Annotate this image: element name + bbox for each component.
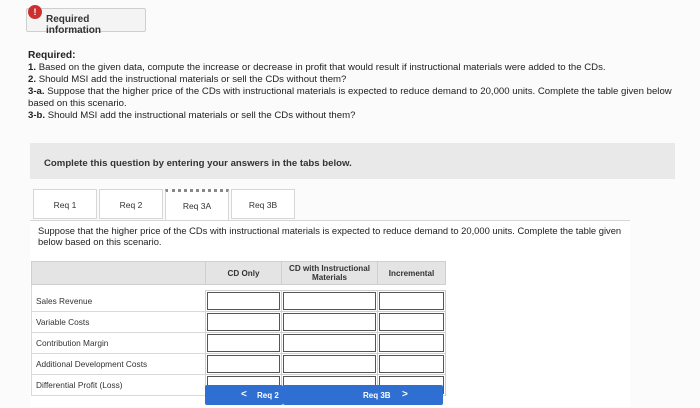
input-cell[interactable] <box>281 311 378 333</box>
tab-req-1[interactable]: Req 1 <box>33 189 97 219</box>
input-cell[interactable] <box>205 290 282 312</box>
panel-prompt: Suppose that the higher price of the CDs… <box>38 225 622 247</box>
input-cell[interactable] <box>281 332 378 354</box>
input-cell[interactable] <box>281 353 378 375</box>
prev-req-button[interactable]: < Req 2 <box>205 385 283 405</box>
row-label: Contribution Margin <box>31 332 206 354</box>
requirement-item: 1. Based on the given data, compute the … <box>28 62 678 74</box>
next-req-label: Req 3B <box>363 391 391 400</box>
table-row: Additional Development Costs <box>31 353 446 375</box>
tab-req-3a[interactable]: Req 3A <box>165 189 229 221</box>
input-cell[interactable] <box>205 332 282 354</box>
requirements-block: Required: 1. Based on the given data, co… <box>28 50 678 122</box>
chevron-left-icon: < <box>241 389 247 400</box>
requirement-text: Should MSI add the instructional materia… <box>38 74 347 85</box>
requirement-text: Should MSI add the instructional materia… <box>47 110 356 121</box>
row-label: Differential Profit (Loss) <box>31 374 206 396</box>
instruction-banner: Complete this question by entering your … <box>30 143 675 179</box>
requirements-title: Required: <box>28 50 76 61</box>
tab-panel: Suppose that the higher price of the CDs… <box>30 220 630 407</box>
required-information-tab[interactable]: Required information <box>26 8 146 36</box>
analysis-table: CD Only CD with Instructional Materials … <box>31 261 446 396</box>
column-header: Incremental <box>377 261 446 285</box>
prev-req-label: Req 2 <box>257 391 279 400</box>
row-label: Sales Revenue <box>31 290 206 312</box>
input-cell[interactable] <box>281 290 378 312</box>
input-cell[interactable] <box>377 290 446 312</box>
input-cell[interactable] <box>377 332 446 354</box>
requirement-number: 1. <box>28 62 37 73</box>
input-cell[interactable] <box>377 311 446 333</box>
header-blank <box>31 261 206 285</box>
requirement-item: 2. Should MSI add the instructional mate… <box>28 74 678 86</box>
input-cell[interactable] <box>377 353 446 375</box>
alert-icon: ! <box>28 5 42 19</box>
tab-req-2[interactable]: Req 2 <box>99 189 163 219</box>
required-information-label: Required information <box>46 14 101 36</box>
requirement-number: 3-b. <box>28 110 46 121</box>
tab-req-3b[interactable]: Req 3B <box>231 189 295 219</box>
table-row: Sales Revenue <box>31 290 446 312</box>
requirement-text: Suppose that the higher price of the CDs… <box>28 86 672 109</box>
requirement-number: 3-a. <box>28 86 45 97</box>
column-header: CD with Instructional Materials <box>281 261 378 285</box>
column-header: CD Only <box>205 261 282 285</box>
row-label: Variable Costs <box>31 311 206 333</box>
next-req-button[interactable]: Req 3B > <box>283 385 443 405</box>
requirement-item: 3-b. Should MSI add the instructional ma… <box>28 110 678 122</box>
input-cell[interactable] <box>205 353 282 375</box>
input-cell[interactable] <box>205 311 282 333</box>
instruction-text: Complete this question by entering your … <box>44 158 352 169</box>
chevron-right-icon: > <box>402 389 408 400</box>
requirement-item: 3-a. Suppose that the higher price of th… <box>28 86 678 110</box>
table-row: Contribution Margin <box>31 332 446 354</box>
table-row: Variable Costs <box>31 311 446 333</box>
requirement-number: 2. <box>28 74 37 85</box>
requirement-text: Based on the given data, compute the inc… <box>38 62 606 73</box>
row-label: Additional Development Costs <box>31 353 206 375</box>
